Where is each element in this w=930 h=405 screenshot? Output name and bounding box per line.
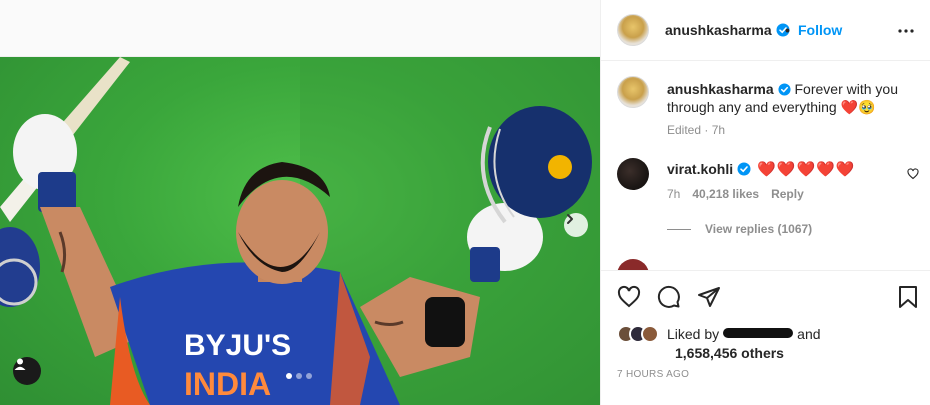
author-avatar[interactable] [617, 14, 649, 46]
comments-section[interactable]: anushkasharma Forever with you through a… [601, 62, 930, 270]
svg-text:INDIA: INDIA [184, 366, 271, 402]
post-caption: anushkasharma Forever with you through a… [667, 80, 917, 116]
comment-time: 7h [667, 187, 681, 201]
next-comment-avatar[interactable] [617, 259, 649, 270]
media-top-area [0, 0, 600, 57]
post-time[interactable]: 7 HOURS AGO [617, 369, 689, 380]
comment-like-icon[interactable] [907, 168, 919, 180]
view-replies-button[interactable]: View replies (1067) [667, 222, 812, 236]
paper-plane-icon[interactable] [697, 285, 721, 309]
redacted-username [723, 328, 794, 338]
post-header: anushkasharma • Follow [601, 0, 930, 61]
chevron-right-icon [567, 214, 573, 224]
heart-icon[interactable] [617, 285, 641, 309]
author-name-row: anushkasharma [665, 22, 790, 38]
follow-separator: • [785, 22, 790, 38]
carousel-dot [306, 373, 312, 379]
svg-text:BYJU'S: BYJU'S [184, 329, 291, 362]
commenter-avatar[interactable] [617, 158, 649, 190]
caption-emoji: ❤️🥹 [840, 99, 876, 115]
verified-badge-icon [778, 83, 791, 96]
edited-label: Edited [667, 123, 702, 137]
carousel-indicators [286, 373, 312, 379]
carousel-dot [296, 373, 302, 379]
post-image[interactable]: BYJU'S INDIA [0, 57, 600, 405]
comment-text: ❤️❤️❤️❤️❤️ [757, 161, 856, 178]
verified-badge-icon [737, 162, 751, 176]
caption-author-avatar[interactable] [617, 76, 649, 108]
replies-divider [667, 228, 691, 230]
liker-avatar[interactable] [641, 325, 659, 343]
comment-likes[interactable]: 40,218 likes [692, 187, 759, 201]
caption-meta: Edited · 7h [667, 123, 726, 137]
commenter-username[interactable]: virat.kohli [667, 161, 733, 177]
post-actions: Liked by and 1,658,456 others 7 HOURS AGO [601, 270, 930, 405]
bookmark-icon[interactable] [897, 285, 919, 309]
comment-icon[interactable] [657, 285, 681, 309]
liked-by-row: Liked by and [617, 325, 821, 343]
carousel-next-button[interactable] [564, 213, 588, 237]
view-replies-label: View replies (1067) [705, 222, 813, 236]
liked-by-text: Liked by and [667, 326, 821, 342]
user-icon [14, 358, 26, 370]
follow-button[interactable]: Follow [798, 22, 842, 38]
comment-meta: 7h 40,218 likes Reply [667, 187, 804, 201]
reply-button[interactable]: Reply [771, 187, 804, 201]
caption-author-username[interactable]: anushkasharma [667, 81, 774, 97]
likes-count[interactable]: 1,658,456 others [675, 345, 784, 361]
author-username[interactable]: anushkasharma [665, 22, 772, 38]
comment-line: virat.kohli ❤️❤️❤️❤️❤️ [667, 160, 856, 178]
liked-by-prefix: Liked by [667, 326, 720, 342]
more-options-icon[interactable] [897, 22, 915, 40]
liked-by-suffix: and [797, 326, 821, 342]
tagged-users-button[interactable] [13, 357, 41, 385]
caption-time: 7h [711, 123, 726, 137]
cricket-photo: BYJU'S INDIA [0, 57, 600, 405]
post-details-panel: anushkasharma • Follow anushkasharma For… [600, 0, 930, 405]
carousel-dot [286, 373, 292, 379]
